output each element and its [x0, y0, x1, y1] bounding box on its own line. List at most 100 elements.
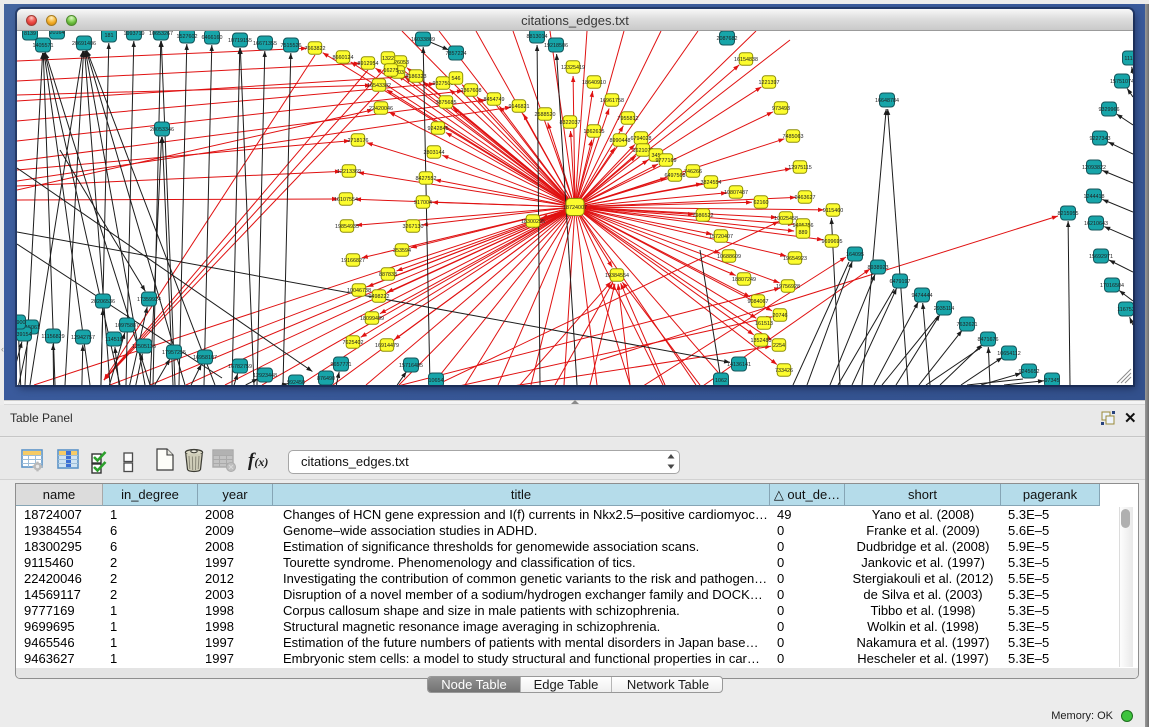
svg-text:114519: 114519 [105, 337, 123, 343]
svg-text:10654112: 10654112 [997, 351, 1021, 357]
svg-text:20053346: 20053346 [150, 127, 174, 133]
svg-text:1221397: 1221397 [759, 80, 780, 86]
svg-text:6479197: 6479197 [890, 279, 911, 285]
svg-text:18300295: 18300295 [521, 219, 545, 225]
svg-text:9329966: 9329966 [1099, 107, 1120, 113]
svg-text:10653267: 10653267 [149, 31, 173, 37]
svg-text:8471676: 8471676 [978, 337, 999, 343]
svg-text:16275: 16275 [384, 68, 399, 74]
svg-text:20206536: 20206536 [91, 299, 115, 305]
svg-text:62160: 62160 [754, 200, 769, 206]
svg-text:18640910: 18640910 [582, 80, 606, 86]
svg-text:19854935: 19854935 [335, 224, 359, 230]
svg-text:12213369: 12213369 [337, 169, 361, 175]
svg-text:9474444: 9474444 [912, 293, 933, 299]
svg-text:3824554: 3824554 [701, 180, 722, 186]
svg-text:9699695: 9699695 [822, 239, 843, 245]
svg-text:20164: 20164 [50, 31, 65, 36]
svg-text:8990448: 8990448 [610, 138, 631, 144]
svg-text:10046738: 10046738 [347, 288, 371, 294]
svg-text:19218506: 19218506 [544, 43, 568, 49]
svg-text:2254: 2254 [773, 343, 785, 349]
svg-text:1405571: 1405571 [33, 43, 54, 49]
svg-text:15692971: 15692971 [1089, 254, 1113, 260]
svg-text:7986522: 7986522 [693, 213, 714, 219]
svg-text:17016504: 17016504 [1100, 283, 1124, 289]
svg-text:16961758: 16961758 [600, 98, 624, 104]
svg-text:9084067: 9084067 [748, 299, 769, 305]
svg-text:22420046: 22420046 [369, 106, 393, 112]
svg-text:17957255: 17957255 [162, 350, 186, 356]
svg-text:8186323: 8186323 [406, 74, 427, 80]
svg-text:889: 889 [799, 230, 808, 236]
svg-text:8912954: 8912954 [358, 61, 379, 67]
svg-text:12325419: 12325419 [561, 65, 585, 71]
svg-text:2588520: 2588520 [535, 112, 556, 118]
svg-text:2935114: 2935114 [934, 306, 955, 312]
svg-text:6794028: 6794028 [631, 136, 652, 142]
svg-text:161513: 161513 [755, 321, 773, 327]
svg-text:1352485: 1352485 [751, 338, 772, 344]
svg-text:20691406: 20691406 [72, 41, 96, 47]
svg-text:16154838: 16154838 [734, 57, 758, 63]
svg-text:18807249: 18807249 [732, 277, 756, 283]
svg-text:12093822: 12093822 [1082, 165, 1106, 171]
svg-text:12505135: 12505135 [132, 344, 156, 350]
svg-text:3267130: 3267130 [403, 224, 424, 230]
svg-text:15720407: 15720407 [709, 234, 733, 240]
svg-text:9242845: 9242845 [428, 126, 449, 132]
svg-text:16543382: 16543382 [367, 83, 391, 89]
svg-text:746266: 746266 [684, 169, 702, 175]
svg-text:7663822: 7663822 [305, 46, 326, 52]
svg-text:1062: 1062 [715, 378, 727, 384]
svg-text:14136141: 14136141 [727, 362, 751, 368]
svg-text:10807487: 10807487 [724, 190, 748, 196]
svg-text:2087682: 2087682 [717, 36, 738, 42]
svg-text:2367608: 2367608 [461, 88, 482, 94]
svg-text:19756928: 19756928 [776, 284, 800, 290]
svg-text:917004: 917004 [414, 200, 432, 206]
svg-text:8322037: 8322037 [560, 120, 581, 126]
svg-text:8427552: 8427552 [416, 176, 437, 182]
svg-text:15751074: 15751074 [1110, 79, 1133, 85]
svg-text:19384554: 19384554 [605, 273, 629, 279]
svg-text:97345: 97345 [1045, 378, 1060, 384]
svg-text:9498222: 9498222 [369, 294, 390, 300]
svg-text:18099489: 18099489 [360, 316, 384, 322]
svg-text:6466160: 6466160 [202, 35, 223, 41]
svg-text:8813014: 8813014 [527, 34, 548, 40]
svg-text:12923448: 12923448 [253, 373, 277, 379]
svg-text:8454749: 8454749 [484, 97, 505, 103]
svg-text:1527602: 1527602 [177, 34, 198, 40]
svg-text:16210643: 16210643 [1084, 221, 1108, 227]
svg-text:181: 181 [105, 33, 114, 39]
svg-text:10688609: 10688609 [717, 254, 741, 260]
svg-text:7515526: 7515526 [281, 43, 302, 49]
svg-text:19654923: 19654923 [783, 256, 807, 262]
svg-text:16033809: 16033809 [411, 37, 435, 43]
svg-text:7632621: 7632621 [957, 322, 978, 328]
svg-text:2718176: 2718176 [348, 138, 369, 144]
svg-text:2803144: 2803144 [424, 150, 445, 156]
svg-text:9777169: 9777169 [656, 158, 677, 164]
svg-text:16958107: 16958107 [193, 355, 217, 361]
svg-text:10975887: 10975887 [115, 323, 139, 329]
svg-text:9227343: 9227343 [1090, 136, 1111, 142]
svg-text:7857224: 7857224 [446, 51, 467, 57]
svg-text:546: 546 [452, 76, 461, 82]
svg-text:12975115: 12975115 [788, 165, 812, 171]
svg-text:8215955: 8215955 [1058, 211, 1079, 217]
svg-text:9657771: 9657771 [331, 362, 352, 368]
svg-text:16914479: 16914479 [375, 343, 399, 349]
svg-text:10719155: 10719155 [228, 38, 252, 44]
svg-text:9146821: 9146821 [509, 104, 530, 110]
svg-text:9115460: 9115460 [823, 208, 844, 214]
svg-text:16782759: 16782759 [228, 364, 252, 370]
svg-text:81900: 81900 [17, 320, 26, 326]
svg-text:973493: 973493 [772, 106, 790, 112]
svg-text:1362615: 1362615 [584, 129, 605, 135]
svg-text:8660124: 8660124 [333, 55, 354, 61]
svg-text:19166827: 19166827 [341, 258, 365, 264]
svg-text:16648784: 16648784 [875, 98, 899, 104]
svg-text:1112: 1112 [1124, 56, 1133, 62]
